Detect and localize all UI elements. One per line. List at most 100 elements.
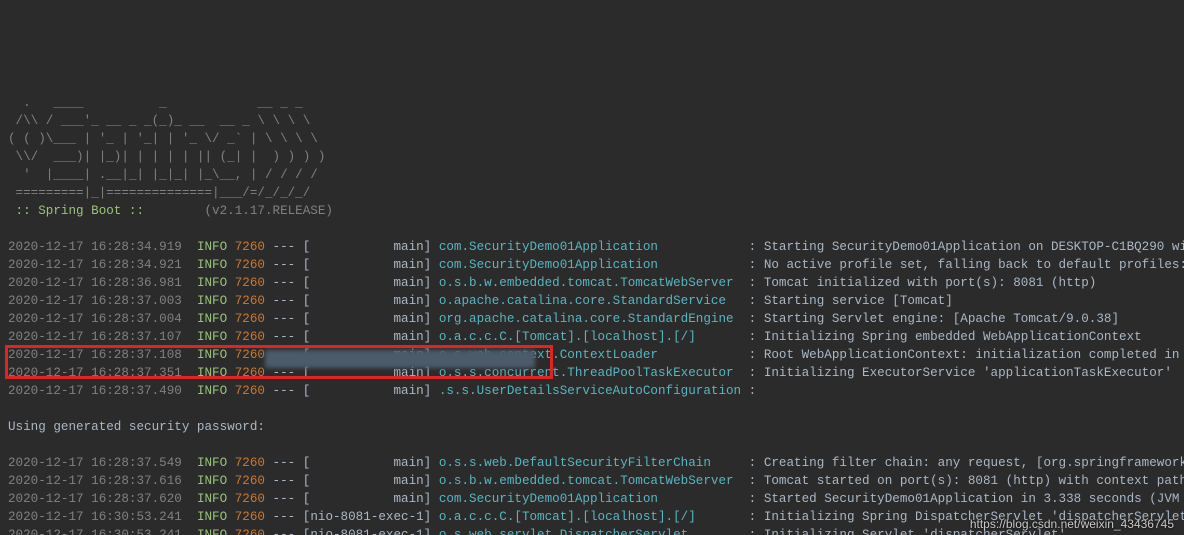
log-line: 2020-12-17 16:28:34.921 INFO 7260 --- [ … <box>8 256 1176 274</box>
blank-line <box>8 220 1176 238</box>
log-message: Starting Servlet engine: [Apache Tomcat/… <box>764 312 1119 326</box>
log-thread: [ main] <box>303 240 439 254</box>
log-level: INFO <box>197 366 235 380</box>
log-timestamp: 2020-12-17 16:28:37.620 <box>8 492 197 506</box>
log-pid: 7260 <box>235 312 265 326</box>
log-pid: 7260 <box>235 492 265 506</box>
blank-line <box>8 400 1176 418</box>
blank-line <box>8 436 1176 454</box>
log-pid: 7260 <box>235 528 265 535</box>
log-sep: --- <box>265 294 303 308</box>
log-sep: --- <box>265 384 303 398</box>
log-thread: [ main] <box>303 348 439 362</box>
log-level: INFO <box>197 492 235 506</box>
log-level: INFO <box>197 474 235 488</box>
log-colon: : <box>741 348 764 362</box>
log-timestamp: 2020-12-17 16:28:37.108 <box>8 348 197 362</box>
log-thread: [ main] <box>303 384 439 398</box>
log-line: 2020-12-17 16:28:36.981 INFO 7260 --- [ … <box>8 274 1176 292</box>
log-logger: o.s.s.web.DefaultSecurityFilterChain <box>439 456 741 470</box>
log-message: No active profile set, falling back to d… <box>764 258 1184 272</box>
log-thread: [ main] <box>303 366 439 380</box>
log-message: Initializing Spring embedded WebApplicat… <box>764 330 1142 344</box>
log-logger: o.apache.catalina.core.StandardService <box>439 294 741 308</box>
log-level: INFO <box>197 528 235 535</box>
log-logger: o.s.s.concurrent.ThreadPoolTaskExecutor <box>439 366 741 380</box>
log-sep: --- <box>265 456 303 470</box>
log-message: Root WebApplicationContext: initializati… <box>764 348 1184 362</box>
log-sep: --- <box>265 258 303 272</box>
log-colon: : <box>741 528 764 535</box>
log-colon: : <box>741 240 764 254</box>
log-line: 2020-12-17 16:30:53.241 INFO 7260 --- [n… <box>8 526 1176 535</box>
log-logger: .s.s.UserDetailsServiceAutoConfiguration <box>439 384 741 398</box>
log-thread: [ main] <box>303 276 439 290</box>
log-timestamp: 2020-12-17 16:28:34.921 <box>8 258 197 272</box>
log-colon: : <box>741 330 764 344</box>
log-line: 2020-12-17 16:30:53.241 INFO 7260 --- [n… <box>8 508 1176 526</box>
banner-line: ( ( )\___ | '_ | '_| | '_ \/ _` | \ \ \ … <box>8 130 1176 148</box>
log-timestamp: 2020-12-17 16:28:37.490 <box>8 384 197 398</box>
log-thread: [ main] <box>303 330 439 344</box>
log-thread: [ main] <box>303 294 439 308</box>
log-line: 2020-12-17 16:28:37.351 INFO 7260 --- [ … <box>8 364 1176 382</box>
log-pid: 7260 <box>235 384 265 398</box>
log-colon: : <box>741 366 764 380</box>
boot-line: :: Spring Boot :: (v2.1.17.RELEASE) <box>8 202 1176 220</box>
log-level: INFO <box>197 510 235 524</box>
log-pid: 7260 <box>235 366 265 380</box>
log-timestamp: 2020-12-17 16:28:37.107 <box>8 330 197 344</box>
log-logger: org.apache.catalina.core.StandardEngine <box>439 312 741 326</box>
log-pid: 7260 <box>235 258 265 272</box>
log-thread: [ main] <box>303 312 439 326</box>
log-sep: --- <box>265 276 303 290</box>
log-message: Creating filter chain: any request, [org… <box>764 456 1184 470</box>
log-colon: : <box>741 258 764 272</box>
log-logger: o.s.b.w.embedded.tomcat.TomcatWebServer <box>439 474 741 488</box>
log-message: Started SecurityDemo01Application in 3.3… <box>764 492 1184 506</box>
log-line: 2020-12-17 16:28:37.549 INFO 7260 --- [ … <box>8 454 1176 472</box>
log-timestamp: 2020-12-17 16:28:37.004 <box>8 312 197 326</box>
log-message: Tomcat initialized with port(s): 8081 (h… <box>764 276 1097 290</box>
log-level: INFO <box>197 384 235 398</box>
log-pid: 7260 <box>235 294 265 308</box>
log-thread: [ main] <box>303 456 439 470</box>
log-colon: : <box>741 510 764 524</box>
log-message: Initializing ExecutorService 'applicatio… <box>764 366 1172 380</box>
log-thread: [nio-8081-exec-1] <box>303 510 439 524</box>
log-sep: --- <box>265 240 303 254</box>
log-timestamp: 2020-12-17 16:30:53.241 <box>8 528 197 535</box>
log-level: INFO <box>197 348 235 362</box>
log-level: INFO <box>197 294 235 308</box>
log-colon: : <box>741 294 764 308</box>
log-timestamp: 2020-12-17 16:28:37.549 <box>8 456 197 470</box>
log-pid: 7260 <box>235 456 265 470</box>
log-colon: : <box>741 456 764 470</box>
log-thread: [nio-8081-exec-1] <box>303 528 439 535</box>
banner-line: /\\ / ___'_ __ _ _(_)_ __ __ _ \ \ \ \ <box>8 112 1176 130</box>
log-pid: 7260 <box>235 330 265 344</box>
log-line: 2020-12-17 16:28:37.616 INFO 7260 --- [ … <box>8 472 1176 490</box>
log-timestamp: 2020-12-17 16:30:53.241 <box>8 510 197 524</box>
log-logger: o.s.b.w.embedded.tomcat.TomcatWebServer <box>439 276 741 290</box>
log-sep: --- <box>265 474 303 488</box>
log-timestamp: 2020-12-17 16:28:37.616 <box>8 474 197 488</box>
log-pid: 7260 <box>235 474 265 488</box>
log-sep: --- <box>265 366 303 380</box>
log-logger: o.a.c.c.C.[Tomcat].[localhost].[/] <box>439 330 741 344</box>
log-colon: : <box>741 384 764 398</box>
log-level: INFO <box>197 330 235 344</box>
log-message: Tomcat started on port(s): 8081 (http) w… <box>764 474 1184 488</box>
log-sep: --- <box>265 312 303 326</box>
log-sep: --- <box>265 330 303 344</box>
log-timestamp: 2020-12-17 16:28:36.981 <box>8 276 197 290</box>
log-message: Starting service [Tomcat] <box>764 294 953 308</box>
log-colon: : <box>741 492 764 506</box>
log-message: Initializing Spring DispatcherServlet 'd… <box>764 510 1184 524</box>
log-line: 2020-12-17 16:28:37.620 INFO 7260 --- [ … <box>8 490 1176 508</box>
log-sep: --- <box>265 510 303 524</box>
log-sep: --- <box>265 348 303 362</box>
log-pid: 7260 <box>235 276 265 290</box>
log-level: INFO <box>197 258 235 272</box>
log-message: Starting SecurityDemo01Application on DE… <box>764 240 1184 254</box>
